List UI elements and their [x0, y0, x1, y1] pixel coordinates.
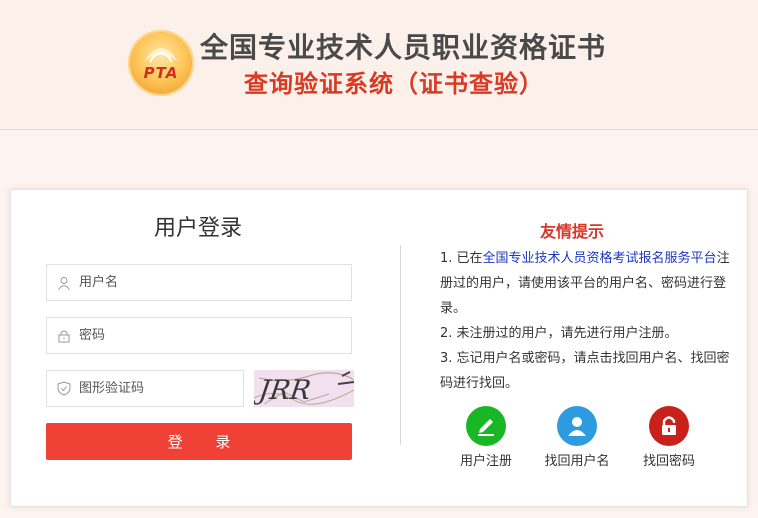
- user-profile-icon: [557, 406, 597, 446]
- captcha-field: [46, 370, 244, 407]
- tip-2: 2. 未注册过的用户，请先进行用户注册。: [440, 326, 678, 341]
- captcha-image[interactable]: JRR: [254, 370, 354, 407]
- captcha-text: JRR: [254, 375, 313, 406]
- tips-title: 友情提示: [539, 222, 604, 241]
- recover-password-action[interactable]: 找回密码: [624, 406, 714, 469]
- register-action[interactable]: 用户注册: [441, 406, 531, 469]
- login-card: 用户登录 JRR 登 录 友情提示: [10, 189, 748, 507]
- roof-icon: [144, 48, 178, 63]
- recover-username-action[interactable]: 找回用户名: [532, 406, 622, 469]
- vertical-divider: [400, 245, 401, 445]
- lock-icon: [58, 330, 70, 342]
- tip-3: 3. 忘记用户名或密码，请点击找回用户名、找回密码进行找回。: [440, 351, 730, 391]
- site-subtitle: 查询验证系统（证书查验）: [244, 70, 544, 98]
- tip-1: 1. 已在全国专业技术人员资格考试报名服务平台注册过的用户，请使用该平台的用户名…: [440, 251, 730, 316]
- password-field: [46, 317, 352, 354]
- tips-text: 1. 已在全国专业技术人员资格考试报名服务平台注册过的用户，请使用该平台的用户名…: [440, 246, 730, 396]
- register-label: 用户注册: [459, 454, 512, 469]
- username-field: [46, 264, 352, 301]
- pta-logo: PTA: [128, 30, 194, 96]
- page-header: PTA 全国专业技术人员职业资格证书 查询验证系统（证书查验）: [0, 0, 758, 130]
- shield-check-icon: [57, 381, 71, 396]
- user-icon: [58, 276, 70, 290]
- login-button[interactable]: 登 录: [46, 423, 352, 460]
- recover-password-label: 找回密码: [642, 454, 695, 469]
- exam-platform-link[interactable]: 全国专业技术人员资格考试报名服务平台: [483, 251, 717, 266]
- edit-icon: [466, 406, 506, 446]
- logo-text: PTA: [143, 64, 179, 82]
- captcha-input[interactable]: [79, 381, 219, 396]
- padlock-icon: [649, 406, 689, 446]
- recover-username-label: 找回用户名: [544, 454, 610, 469]
- username-input[interactable]: [79, 275, 299, 290]
- login-title: 用户登录: [153, 216, 242, 241]
- site-title: 全国专业技术人员职业资格证书: [200, 31, 607, 64]
- password-input[interactable]: [79, 328, 299, 343]
